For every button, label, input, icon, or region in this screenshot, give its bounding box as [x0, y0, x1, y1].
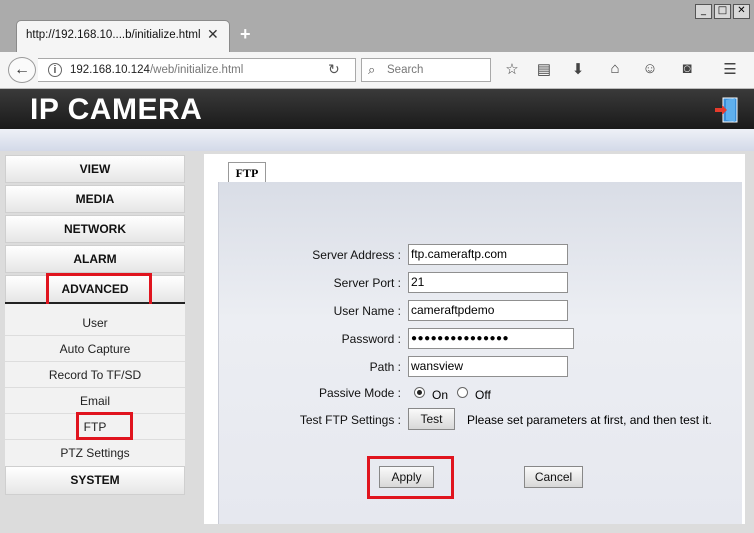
url-text: 192.168.10.124/web/initialize.html: [70, 64, 243, 76]
camera-banner: IP CAMERA: [0, 89, 754, 129]
reload-icon[interactable]: ↻: [328, 61, 340, 78]
menu-network-button[interactable]: NETWORK: [5, 215, 185, 243]
menu-view-button[interactable]: VIEW: [5, 155, 185, 183]
menu-system-button[interactable]: SYSTEM: [5, 466, 185, 495]
passive-mode-label: Passive Mode :: [318, 386, 401, 400]
ftp-settings-panel: [218, 182, 742, 524]
password-label: Password :: [341, 332, 401, 346]
user-name-field[interactable]: cameraftpdemo: [408, 300, 568, 321]
banner-band: [0, 129, 754, 151]
url-path: /web/initialize.html: [149, 64, 244, 76]
submenu-item-email[interactable]: Email: [5, 388, 185, 414]
chat-icon[interactable]: ☺: [639, 60, 661, 77]
test-hint: Please set parameters at first, and then…: [467, 413, 712, 427]
hamburger-menu-icon[interactable]: ☰: [719, 60, 741, 78]
search-placeholder: Search: [387, 64, 424, 76]
test-button[interactable]: Test: [408, 408, 455, 430]
apply-button[interactable]: Apply: [379, 466, 434, 488]
maximize-button[interactable]: □: [714, 4, 731, 19]
home-icon[interactable]: ⌂: [604, 60, 626, 77]
search-icon: ⌕: [368, 62, 376, 77]
browser-tab[interactable]: http://192.168.10....b/initialize.html ✕: [16, 20, 230, 52]
advanced-highlight-box: [46, 273, 152, 308]
window-titlebar: _ □ ✕ http://192.168.10....b/initialize.…: [0, 0, 754, 52]
window-controls: _ □ ✕: [695, 4, 750, 19]
minimize-button[interactable]: _: [695, 4, 712, 19]
advanced-submenu: User Auto Capture Record To TF/SD Email …: [5, 304, 185, 466]
navigation-bar: ← i 192.168.10.124/web/initialize.html ↻…: [0, 52, 754, 89]
passive-on-label: On: [432, 388, 449, 402]
back-arrow-icon[interactable]: ←: [8, 57, 36, 83]
banner-title: IP CAMERA: [30, 93, 203, 126]
menu-media-button[interactable]: MEDIA: [5, 185, 185, 213]
path-label: Path :: [369, 360, 401, 374]
passive-off-label: Off: [475, 388, 491, 402]
logout-icon[interactable]: [714, 97, 738, 123]
passive-on-radio[interactable]: [414, 387, 425, 398]
pocket-icon[interactable]: ◙: [676, 60, 698, 77]
new-tab-icon[interactable]: +: [240, 24, 251, 45]
reading-list-icon[interactable]: ▤: [533, 60, 555, 78]
bookmark-star-icon[interactable]: ☆: [501, 60, 523, 78]
server-address-field[interactable]: ftp.cameraftp.com: [408, 244, 568, 265]
cancel-button[interactable]: Cancel: [524, 466, 583, 488]
url-host: 192.168.10.124: [70, 64, 150, 76]
right-edge: [745, 154, 754, 524]
tab-close-icon[interactable]: ✕: [207, 26, 219, 43]
url-bar[interactable]: i 192.168.10.124/web/initialize.html ↻: [38, 58, 356, 82]
info-icon[interactable]: i: [48, 63, 62, 77]
password-field[interactable]: ●●●●●●●●●●●●●●●: [408, 328, 574, 349]
user-name-label: User Name :: [333, 304, 401, 318]
submenu-item-ptz-settings[interactable]: PTZ Settings: [5, 440, 185, 466]
ftp-highlight-box: [76, 412, 133, 440]
server-address-label: Server Address :: [312, 248, 401, 262]
download-icon[interactable]: ⬇: [567, 60, 589, 78]
close-window-button[interactable]: ✕: [733, 4, 750, 19]
tab-ftp[interactable]: FTP: [228, 162, 266, 184]
submenu-item-record-to-tf-sd[interactable]: Record To TF/SD: [5, 362, 185, 388]
submenu-item-user[interactable]: User: [5, 310, 185, 336]
path-field[interactable]: wansview: [408, 356, 568, 377]
submenu-item-auto-capture[interactable]: Auto Capture: [5, 336, 185, 362]
passive-off-radio[interactable]: [457, 387, 468, 398]
menu-alarm-button[interactable]: ALARM: [5, 245, 185, 273]
server-port-field[interactable]: 21: [408, 272, 568, 293]
search-input[interactable]: ⌕ Search: [361, 58, 491, 82]
test-ftp-settings-label: Test FTP Settings :: [299, 413, 401, 427]
tab-title: http://192.168.10....b/initialize.html: [26, 29, 201, 41]
server-port-label: Server Port :: [333, 276, 401, 290]
